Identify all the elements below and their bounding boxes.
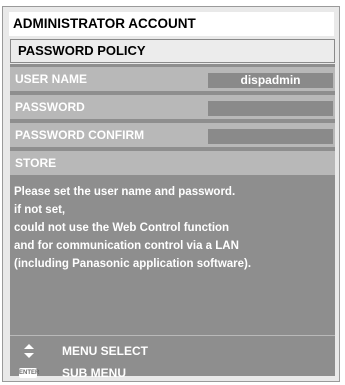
user-name-row[interactable]: USER NAME dispadmin <box>10 67 335 91</box>
footer-divider <box>10 335 335 336</box>
password-label: PASSWORD <box>15 100 85 114</box>
enter-key-icon: ENTER <box>19 368 40 378</box>
administrator-account-panel: ADMINISTRATOR ACCOUNT PASSWORD POLICY US… <box>2 6 340 382</box>
menu-select-label: MENU SELECT <box>62 344 149 358</box>
window-title: ADMINISTRATOR ACCOUNT <box>9 12 334 36</box>
menu-select-hint: MENU SELECT <box>10 340 335 362</box>
help-text: Please set the user name and password. i… <box>14 183 329 273</box>
menu-body: USER NAME dispadmin PASSWORD PASSWORD CO… <box>10 64 335 380</box>
password-policy-item[interactable]: PASSWORD POLICY <box>10 39 335 63</box>
password-confirm-row[interactable]: PASSWORD CONFIRM <box>10 123 335 147</box>
store-label: STORE <box>15 156 57 170</box>
sub-menu-label: SUB MENU <box>62 366 127 380</box>
sub-menu-hint: ENTER SUB MENU <box>10 362 335 384</box>
help-line: (including Panasonic application softwar… <box>14 258 252 270</box>
password-confirm-field[interactable] <box>208 129 333 144</box>
help-line: could not use the Web Control function <box>14 222 230 234</box>
store-button[interactable]: STORE <box>10 151 335 175</box>
user-name-field[interactable]: dispadmin <box>208 73 333 88</box>
up-down-arrows-icon <box>24 344 34 358</box>
help-line: if not set, <box>14 204 66 216</box>
help-line: Please set the user name and password. <box>14 186 236 198</box>
password-confirm-label: PASSWORD CONFIRM <box>15 128 145 142</box>
user-name-label: USER NAME <box>15 72 88 86</box>
password-field[interactable] <box>208 101 333 116</box>
help-line: and for communication control via a LAN <box>14 240 239 252</box>
password-row[interactable]: PASSWORD <box>10 95 335 119</box>
